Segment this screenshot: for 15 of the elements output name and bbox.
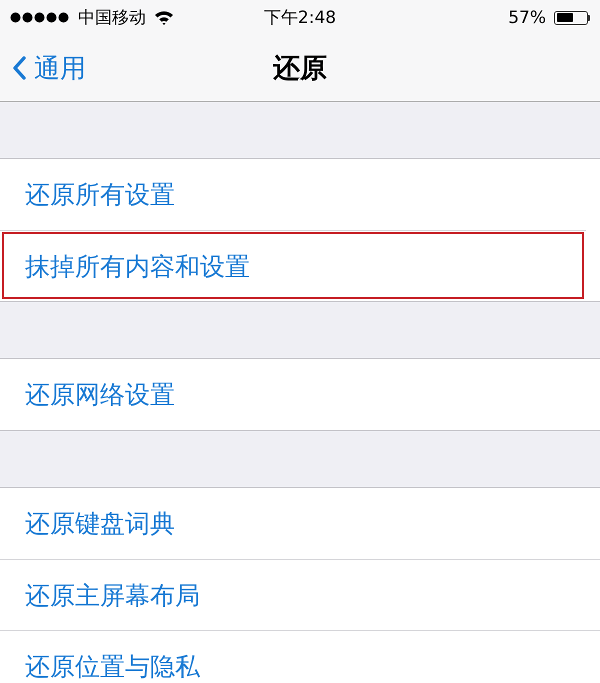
- settings-row[interactable]: 还原键盘词典: [0, 488, 600, 559]
- battery-icon: [554, 10, 590, 24]
- battery-percent: 57%: [508, 8, 546, 28]
- chevron-left-icon: [12, 56, 26, 80]
- back-button[interactable]: 通用: [0, 50, 86, 86]
- wifi-icon: [154, 10, 174, 25]
- clock-time: 下午2:48: [264, 7, 336, 29]
- settings-row[interactable]: 还原所有设置: [0, 159, 600, 230]
- settings-row[interactable]: 还原主屏幕布局: [0, 559, 600, 630]
- carrier-name: 中国移动: [78, 7, 146, 29]
- settings-row[interactable]: 还原位置与隐私: [0, 630, 600, 683]
- settings-row[interactable]: 还原网络设置: [0, 359, 600, 430]
- highlighted-row[interactable]: 抹掉所有内容和设置: [0, 230, 586, 301]
- signal-icon: [10, 12, 70, 23]
- page-title: 还原: [273, 52, 327, 86]
